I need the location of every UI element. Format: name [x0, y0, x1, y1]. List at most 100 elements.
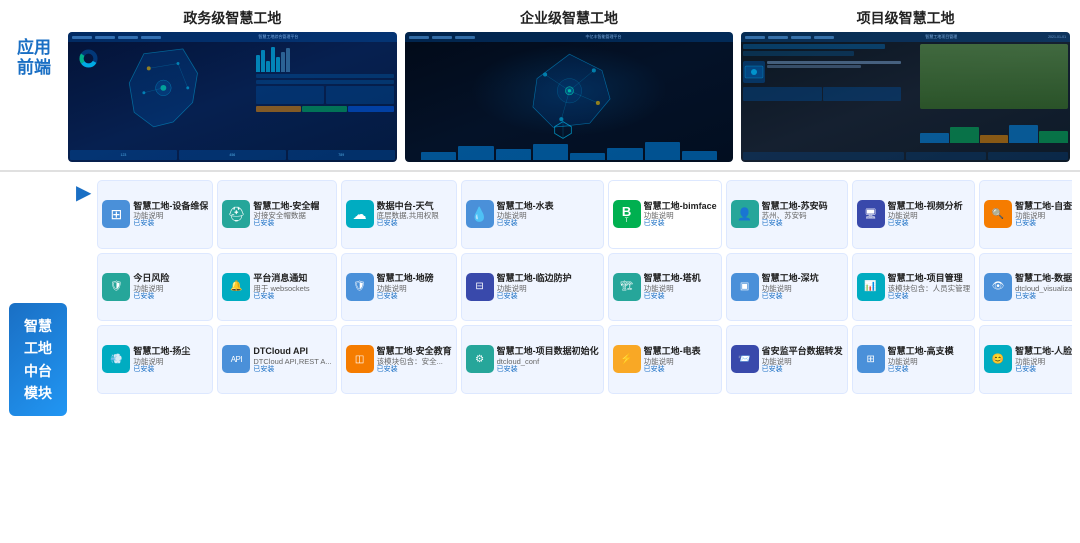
module-card-0[interactable]: ⊞ 智慧工地-设备维保 功能说明 已安装	[97, 180, 213, 249]
module-name-12: 智慧工地-地磅	[377, 273, 452, 284]
module-icon-api: API	[222, 345, 250, 373]
gov-screen-block: 政务级智慧工地 智慧工地综合管理平台	[68, 8, 397, 162]
module-icon-16: 📊	[857, 273, 885, 301]
module-status-17: 已安装	[1015, 293, 1072, 301]
module-info-22: 智慧工地-项目数据初始化 dtcloud_conf 已安装	[497, 346, 599, 373]
module-card-6[interactable]: 🖥 智慧工地-视频分析 功能说明 已安装	[852, 180, 976, 249]
module-info-12: 智慧工地-地磅 功能说明 已安装	[377, 273, 452, 300]
arrow-icon: ▶	[76, 180, 91, 539]
module-name-11: 平台消息通知	[253, 273, 331, 284]
module-desc-17: dtcloud_visualization	[1015, 284, 1072, 293]
module-desc-api: DTCloud API,REST A...	[253, 357, 331, 366]
proj-screen-image: 智慧工地项目管理 2021-01-01	[741, 32, 1070, 162]
module-info-api: DTCloud API DTCloud API,REST A... 已安装	[253, 346, 331, 373]
module-icon-6: 🖥	[857, 200, 885, 228]
proj-left	[743, 44, 901, 101]
module-desc-bimface: 功能说明	[644, 211, 717, 220]
gov-stats: 123 456 789	[70, 150, 395, 160]
module-desc-23: 功能说明	[644, 357, 717, 366]
module-status-22: 已安装	[497, 366, 599, 374]
module-name-13: 智慧工地-临边防护	[497, 273, 599, 284]
module-name-api: DTCloud API	[253, 346, 331, 357]
module-card-bimface[interactable]: B T 智慧工地-bimface 功能说明 已安装	[608, 180, 722, 249]
proj-image-area	[920, 44, 1068, 109]
app-label-container: 应用 前端	[10, 8, 58, 79]
gov-nav: 智慧工地综合管理平台	[68, 32, 397, 42]
module-info-bimface: 智慧工地-bimface 功能说明 已安装	[644, 201, 717, 228]
module-icon-12: 🛡	[346, 273, 374, 301]
module-status-5: 已安装	[762, 220, 843, 228]
module-status-11: 已安装	[253, 293, 331, 301]
ent-bottom-bars	[421, 140, 717, 160]
module-status-24: 已安装	[762, 366, 843, 374]
module-card-2[interactable]: ☁ 数据中台-天气 底层数据,共用权限 已安装	[341, 180, 457, 249]
module-icon-1: ⛑	[222, 200, 250, 228]
module-card-12[interactable]: 🛡 智慧工地-地磅 功能说明 已安装	[341, 253, 457, 322]
module-info-11: 平台消息通知 用于 websockets 已安装	[253, 273, 331, 300]
proj-bottom	[743, 152, 1068, 160]
module-desc-21: 该模块包含：安全...	[377, 357, 452, 366]
module-name-24: 省安监平台数据转发	[762, 346, 843, 357]
module-card-22[interactable]: ⚙ 智慧工地-项目数据初始化 dtcloud_conf 已安装	[461, 325, 604, 394]
module-card-7[interactable]: 🔍 智慧工地-自查自纠 功能说明 已安装	[979, 180, 1072, 249]
section-divider	[0, 170, 1080, 172]
module-info-2: 数据中台-天气 底层数据,共用权限 已安装	[377, 201, 452, 228]
module-card-17[interactable]: 👁 智慧工地-数据可视化 dtcloud_visualization 已安装	[979, 253, 1072, 322]
ent-3d-icon	[553, 120, 573, 140]
module-info-25: 智慧工地-高支模 功能说明 已安装	[888, 346, 971, 373]
module-desc-20: 功能说明	[133, 357, 208, 366]
proj-title: 项目级智慧工地	[857, 8, 955, 28]
module-card-10[interactable]: 🛡 今日风险 功能说明 已安装	[97, 253, 213, 322]
module-card-13[interactable]: ⊟ 智慧工地-临边防护 功能说明 已安装	[461, 253, 604, 322]
module-info-17: 智慧工地-数据可视化 dtcloud_visualization 已安装	[1015, 273, 1072, 300]
module-card-14[interactable]: 🏗 智慧工地-塔机 功能说明 已安装	[608, 253, 722, 322]
module-name-6: 智慧工地-视频分析	[888, 201, 971, 212]
module-card-api[interactable]: API DTCloud API DTCloud API,REST A... 已安…	[217, 325, 336, 394]
modules-grid: ⊞ 智慧工地-设备维保 功能说明 已安装 ⛑ 智慧工地-安全帽 对接安全帽数据 …	[97, 180, 1072, 539]
module-name-16: 智慧工地-项目管理	[888, 273, 971, 284]
module-card-16[interactable]: 📊 智慧工地-项目管理 该模块包含：人员实管理 已安装	[852, 253, 976, 322]
module-icon-24: 📨	[731, 345, 759, 373]
bimface-icon: B T	[613, 200, 641, 228]
module-status-api: 已安装	[253, 366, 331, 374]
module-name-5: 智慧工地-苏安码	[762, 201, 843, 212]
module-card-5[interactable]: 👤 智慧工地-苏安码 苏州、苏安码 已安装	[726, 180, 848, 249]
module-card-20[interactable]: 💨 智慧工地-扬尘 功能说明 已安装	[97, 325, 213, 394]
module-icon-20: 💨	[102, 345, 130, 373]
module-card-25[interactable]: ⊞ 智慧工地-高支模 功能说明 已安装	[852, 325, 976, 394]
bottom-left-label: 智慧工地中台模块	[8, 180, 68, 539]
module-card-11[interactable]: 🔔 平台消息通知 用于 websockets 已安装	[217, 253, 336, 322]
ent-screen-content: 中亿丰智能管理平台	[405, 32, 734, 162]
module-card-21[interactable]: ◫ 智慧工地-安全教育 该模块包含：安全... 已安装	[341, 325, 457, 394]
module-card-24[interactable]: 📨 省安监平台数据转发 功能说明 已安装	[726, 325, 848, 394]
app-label-line1: 应用	[17, 38, 51, 58]
module-card-1[interactable]: ⛑ 智慧工地-安全帽 对接安全帽数据 已安装	[217, 180, 336, 249]
app-label-line2: 前端	[17, 58, 51, 78]
gov-charts	[256, 44, 394, 112]
module-icon-2: ☁	[346, 200, 374, 228]
module-info-0: 智慧工地-设备维保 功能说明 已安装	[133, 201, 208, 228]
module-status-13: 已安装	[497, 293, 599, 301]
module-status-15: 已安装	[762, 293, 843, 301]
module-icon-5: 👤	[731, 200, 759, 228]
module-name-17: 智慧工地-数据可视化	[1015, 273, 1072, 284]
module-icon-23: ⚡	[613, 345, 641, 373]
ent-screen-block: 企业级智慧工地 中亿丰智能管理平台	[405, 8, 734, 162]
zhihui-label-text: 智慧工地中台模块	[17, 315, 59, 405]
module-desc-5: 苏州、苏安码	[762, 211, 843, 220]
module-icon-0: ⊞	[102, 200, 130, 228]
module-card-26[interactable]: 😊 智慧工地-人脸识别 功能说明 已安装	[979, 325, 1072, 394]
module-name-2: 数据中台-天气	[377, 201, 452, 212]
module-icon-25: ⊞	[857, 345, 885, 373]
module-desc-1: 对接安全帽数据	[253, 211, 331, 220]
gov-donut	[76, 46, 101, 71]
module-card-3[interactable]: 💧 智慧工地-水表 功能说明 已安装	[461, 180, 604, 249]
module-icon-15: ▣	[731, 273, 759, 301]
module-name-23: 智慧工地-电表	[644, 346, 717, 357]
module-name-3: 智慧工地-水表	[497, 201, 599, 212]
app-label: 应用 前端	[17, 38, 51, 79]
module-status-1: 已安装	[253, 220, 331, 228]
module-card-15[interactable]: ▣ 智慧工地-深坑 功能说明 已安装	[726, 253, 848, 322]
ent-screen-image: 中亿丰智能管理平台	[405, 32, 734, 162]
module-card-23[interactable]: ⚡ 智慧工地-电表 功能说明 已安装	[608, 325, 722, 394]
